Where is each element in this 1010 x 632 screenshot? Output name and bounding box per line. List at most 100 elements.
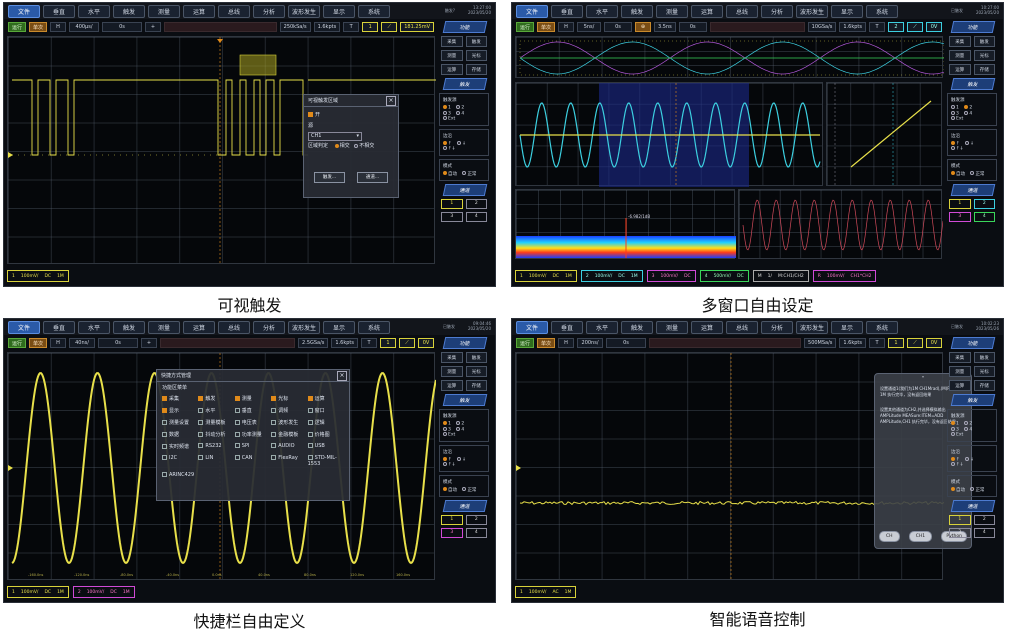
- checkbox-icon[interactable]: [234, 396, 240, 401]
- trigger-zone[interactable]: [239, 54, 277, 76]
- shortcut-item[interactable]: 显示: [162, 407, 198, 414]
- trigger-channel[interactable]: 1: [888, 338, 904, 348]
- single-button[interactable]: 单次: [537, 22, 556, 32]
- cursor-button[interactable]: 光标: [465, 50, 487, 61]
- checkbox-icon[interactable]: [234, 443, 240, 448]
- trigger-level[interactable]: 0V: [926, 338, 942, 348]
- ref-tag[interactable]: R 100mV/CH1*CH2: [812, 270, 877, 282]
- trigger-head[interactable]: 触发: [442, 394, 488, 406]
- edge-both[interactable]: ↑↓: [951, 146, 964, 152]
- shortcut-item[interactable]: 价格图: [307, 431, 344, 438]
- trigger-button[interactable]: 触发: [973, 352, 995, 363]
- trigger-head[interactable]: 触发: [950, 394, 996, 406]
- checkbox-icon[interactable]: [234, 408, 240, 413]
- math-tag[interactable]: M 1/M:CH1/CH2: [752, 270, 809, 282]
- math-window[interactable]: [738, 189, 943, 259]
- checkbox-icon[interactable]: [271, 455, 277, 460]
- menu-vertical[interactable]: 垂直: [551, 4, 583, 18]
- channel-3-tag[interactable]: 3 100mV/DC: [646, 270, 696, 282]
- add-icon[interactable]: +: [141, 338, 158, 348]
- function-head[interactable]: 功能: [950, 21, 996, 33]
- enable-checkbox[interactable]: 开: [308, 110, 394, 121]
- menu-display[interactable]: 显示: [831, 320, 863, 334]
- menu-display[interactable]: 显示: [831, 4, 863, 18]
- delay-field[interactable]: 0s: [98, 338, 139, 348]
- channel-1-button[interactable]: 1: [949, 514, 971, 525]
- edge-both[interactable]: ↑↓: [443, 462, 456, 468]
- menu-display[interactable]: 显示: [323, 320, 355, 334]
- mode-auto[interactable]: 自动: [443, 171, 457, 177]
- checkbox-icon[interactable]: [271, 408, 277, 413]
- math-button[interactable]: 运算: [949, 64, 971, 75]
- menu-analysis[interactable]: 分析: [761, 4, 793, 18]
- menu-system[interactable]: 系统: [866, 320, 898, 334]
- trigger-head[interactable]: 触发: [442, 78, 488, 90]
- channel-1-tag[interactable]: 1 100mV/DC 1M: [7, 586, 69, 598]
- shortcut-item[interactable]: 抖动分析: [198, 431, 234, 438]
- channel-4-button[interactable]: 4: [465, 527, 487, 538]
- channel-4-button[interactable]: 4: [973, 527, 995, 538]
- voice-ch-button[interactable]: CH: [879, 531, 900, 542]
- checkbox-icon[interactable]: [198, 408, 204, 413]
- shortcut-item[interactable]: 采集: [162, 395, 198, 402]
- shortcut-item[interactable]: 电压表: [234, 419, 271, 426]
- menu-bus[interactable]: 总线: [218, 4, 250, 18]
- menu-bus[interactable]: 总线: [726, 320, 758, 334]
- edge-both[interactable]: ↑↓: [443, 146, 456, 152]
- menu-bus[interactable]: 总线: [218, 320, 250, 334]
- shortcut-item[interactable]: CAN: [234, 455, 271, 467]
- save-button[interactable]: 存储: [973, 380, 995, 391]
- source-4[interactable]: 4: [964, 426, 972, 432]
- checkbox-icon[interactable]: [234, 455, 240, 460]
- source-ext[interactable]: Ext: [443, 116, 455, 122]
- trigger-channel[interactable]: 1: [380, 338, 396, 348]
- mode-auto[interactable]: 自动: [951, 171, 965, 177]
- edge-falling[interactable]: ↓: [457, 456, 466, 462]
- acquire-button[interactable]: 采集: [949, 36, 971, 47]
- shortcut-item[interactable]: USB: [307, 443, 344, 450]
- run-button[interactable]: 运行: [516, 338, 535, 348]
- shortcut-item[interactable]: RS232: [198, 443, 234, 450]
- trigger-level[interactable]: 181.25mV: [400, 22, 434, 32]
- edge-falling[interactable]: ↓: [965, 140, 974, 146]
- channel-4-tag[interactable]: 4 500mV/DC: [699, 270, 749, 282]
- shortcut-item[interactable]: 运算: [307, 395, 344, 402]
- menu-analysis[interactable]: 分析: [253, 320, 285, 334]
- menu-math[interactable]: 运算: [691, 320, 723, 334]
- checkbox-icon[interactable]: [307, 443, 313, 448]
- channel-3-button[interactable]: 3: [949, 527, 971, 538]
- checkbox-icon[interactable]: [307, 455, 313, 460]
- checkbox-icon[interactable]: [198, 396, 204, 401]
- timebase-field[interactable]: 400µs/: [69, 22, 100, 32]
- menu-trigger[interactable]: 触发: [113, 320, 145, 334]
- menu-trigger[interactable]: 触发: [621, 4, 653, 18]
- save-button[interactable]: 存储: [465, 380, 487, 391]
- checkbox-icon[interactable]: [162, 396, 167, 401]
- shortcut-item[interactable]: 实时频谱: [162, 443, 198, 450]
- checkbox-icon[interactable]: [271, 396, 277, 401]
- acquire-button[interactable]: 采集: [949, 352, 971, 363]
- math-button[interactable]: 运算: [949, 380, 971, 391]
- trigger-channel[interactable]: 1: [362, 22, 379, 32]
- trigger-button[interactable]: 触发: [973, 36, 995, 47]
- shortcut-item[interactable]: 测量设置: [162, 419, 198, 426]
- source-4[interactable]: 4: [456, 426, 464, 432]
- checkbox-icon[interactable]: [198, 420, 204, 425]
- edge-falling[interactable]: ↓: [457, 140, 466, 146]
- shortcut-item[interactable]: STD-MIL-1553: [307, 455, 344, 467]
- checkbox-icon[interactable]: [198, 443, 204, 448]
- checkbox-icon[interactable]: [162, 432, 167, 437]
- channel-1-tag[interactable]: 1 100mV/DC 1M: [515, 270, 577, 282]
- menu-analysis[interactable]: 分析: [253, 4, 285, 18]
- run-button[interactable]: 运行: [8, 338, 27, 348]
- channel-head[interactable]: 通道: [950, 183, 996, 196]
- function-head[interactable]: 功能: [950, 337, 996, 349]
- acquire-button[interactable]: 采集: [441, 352, 463, 363]
- menu-file[interactable]: 文件: [8, 320, 40, 334]
- menu-system[interactable]: 系统: [866, 4, 898, 18]
- shortcut-item[interactable]: 功率测量: [234, 431, 271, 438]
- checkbox-icon[interactable]: [307, 408, 313, 413]
- checkbox-icon[interactable]: [271, 420, 277, 425]
- shortcut-item[interactable]: 调频: [271, 407, 307, 414]
- checkbox-icon[interactable]: [162, 408, 167, 413]
